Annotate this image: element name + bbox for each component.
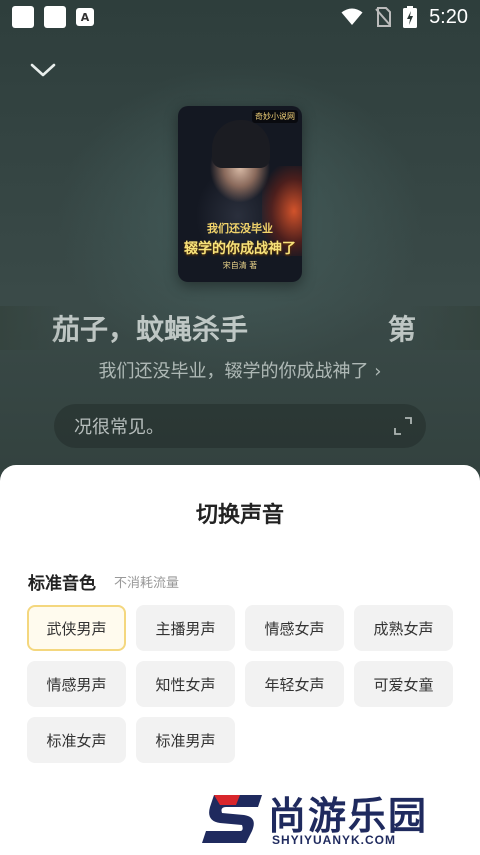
watermark-logo-icon (202, 795, 262, 843)
expand-icon[interactable] (394, 417, 412, 435)
book-title-link[interactable]: 我们还没毕业，辍学的你成战神了 › (0, 357, 480, 383)
voice-option-mature-female[interactable]: 成熟女声 (354, 605, 453, 651)
voice-option-young-female[interactable]: 年轻女声 (245, 661, 344, 707)
fade-mask (0, 306, 60, 350)
app-notification-icon: A (76, 8, 94, 26)
voice-option-wuxia-male[interactable]: 武侠男声 (27, 605, 126, 651)
fade-mask (410, 306, 480, 350)
voice-option-standard-female[interactable]: 标准女声 (27, 717, 126, 763)
voice-option-emotional-female[interactable]: 情感女声 (245, 605, 344, 651)
voice-option-anchor-male[interactable]: 主播男声 (136, 605, 235, 651)
cover-title-line2: 辍学的你成战神了 (184, 241, 296, 257)
clock: 5:20 (429, 5, 468, 28)
section-subtitle: 不消耗流量 (114, 576, 180, 591)
voice-option-standard-male[interactable]: 标准男声 (136, 717, 235, 763)
sheet-title: 切换声音 (195, 503, 284, 528)
collapse-chevron-icon[interactable] (28, 58, 58, 82)
cover-author: 宋自清 著 (222, 261, 258, 270)
voice-option-intellectual-female[interactable]: 知性女声 (136, 661, 235, 707)
status-bar: A 5:20 (0, 0, 480, 34)
cover-badge: 奇妙小说网 (252, 110, 298, 123)
cover-title-line1: 我们还没毕业 (207, 222, 273, 235)
notification-icon (44, 6, 66, 28)
watermark-brand: 尚游乐园 (268, 794, 429, 838)
section-title: 标准音色 (28, 574, 96, 594)
battery-charging-icon (403, 6, 418, 28)
watermark-url: SHYIYUANYK.COM (272, 833, 397, 847)
reading-text-left: 茄子，蚊蝇杀手 (52, 313, 249, 346)
current-reading-text: 茄子，蚊蝇杀手 第 (0, 306, 480, 350)
voice-option-emotional-male[interactable]: 情感男声 (27, 661, 126, 707)
wifi-icon (341, 8, 363, 25)
no-sim-icon (375, 7, 392, 27)
cover-art (212, 120, 270, 168)
notification-icon (12, 6, 34, 28)
book-cover[interactable]: 奇妙小说网 我们还没毕业 辍学的你成战神了 宋自清 著 (178, 106, 302, 282)
text-preview: 况很常见。 (74, 417, 164, 438)
text-preview-box[interactable]: 况很常见。 (54, 404, 426, 448)
voice-option-cute-girl[interactable]: 可爱女童 (354, 661, 453, 707)
watermark: 尚游乐园 SHYIYUANYK.COM (200, 785, 480, 851)
